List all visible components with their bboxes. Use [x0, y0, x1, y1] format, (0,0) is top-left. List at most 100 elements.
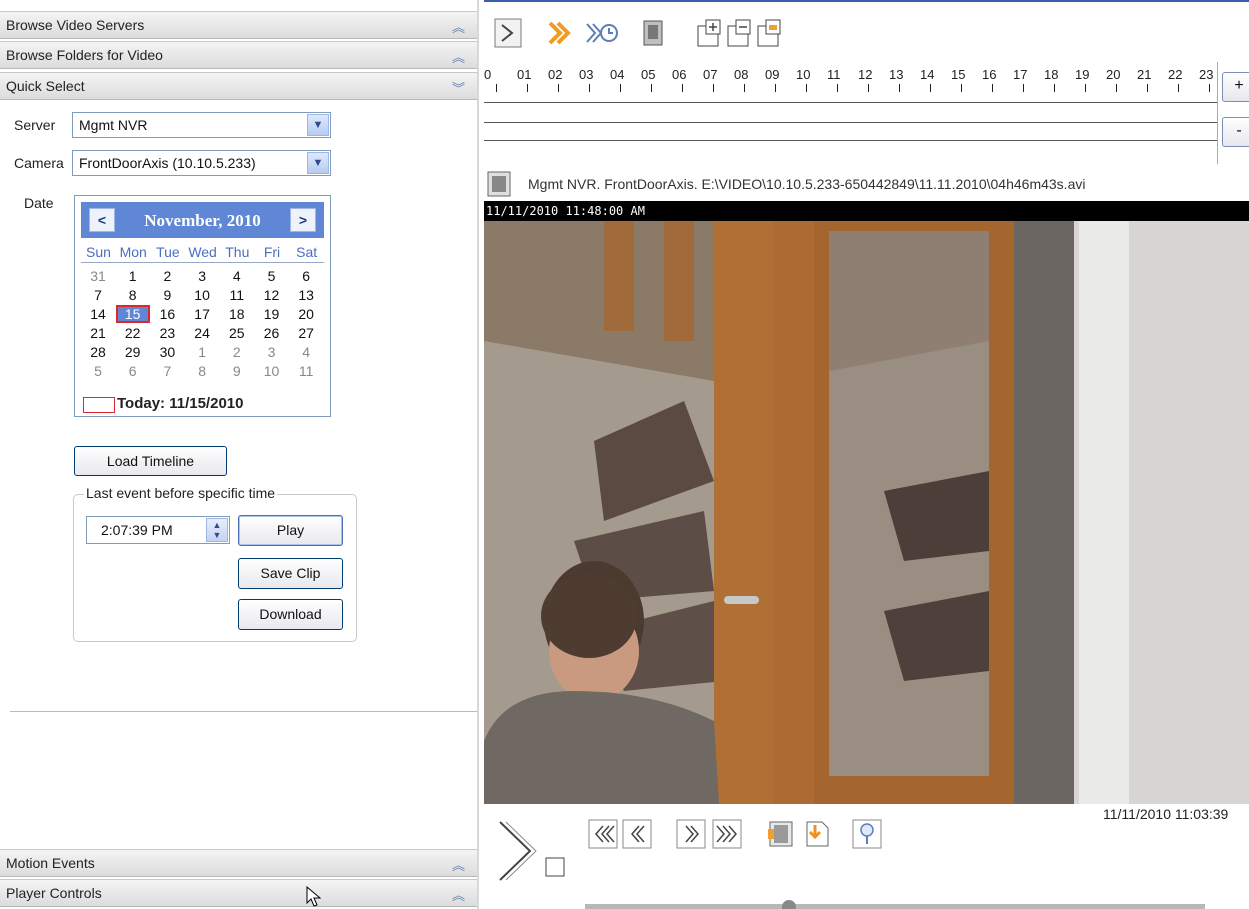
seek-handle[interactable]	[782, 900, 796, 909]
section-motion-events[interactable]: Motion Events ︽	[0, 849, 477, 877]
calendar-day[interactable]: 8	[116, 286, 150, 304]
chevron-up-icon[interactable]: ︽	[452, 17, 465, 36]
zoom-out-icon[interactable]	[726, 18, 754, 48]
calendar-day[interactable]: 27	[289, 324, 323, 342]
calendar-day[interactable]: 10	[185, 286, 219, 304]
server-select[interactable]: Mgmt NVR ▼	[72, 112, 331, 138]
chevron-down-icon[interactable]: ︾	[452, 78, 465, 97]
calendar-day[interactable]: 8	[185, 362, 219, 380]
calendar-day[interactable]: 6	[289, 267, 323, 285]
today-link[interactable]: Today: 11/15/2010	[117, 395, 243, 412]
frames-icon[interactable]	[766, 819, 798, 849]
calendar-day[interactable]: 21	[81, 324, 115, 342]
step-back-icon[interactable]	[622, 819, 652, 849]
calendar-day[interactable]: 24	[185, 324, 219, 342]
zoom-fit-icon[interactable]	[756, 18, 784, 48]
calendar-day[interactable]: 19	[255, 305, 289, 323]
next-month-button[interactable]: >	[290, 208, 316, 232]
timeline-tick	[1147, 84, 1148, 92]
calendar-day[interactable]: 29	[116, 343, 150, 361]
chevron-up-icon[interactable]: ︽	[452, 47, 465, 66]
section-browse-video-servers[interactable]: Browse Video Servers ︽	[0, 11, 477, 39]
calendar-day[interactable]: 16	[150, 305, 184, 323]
timeline-hour-label: 08	[734, 67, 749, 82]
seek-bar[interactable]	[585, 904, 1205, 909]
calendar-day[interactable]: 4	[289, 343, 323, 361]
calendar-day[interactable]: 1	[185, 343, 219, 361]
calendar-day[interactable]: 22	[116, 324, 150, 342]
calendar-day[interactable]: 25	[220, 324, 254, 342]
video-title-bar: Mgmt NVR. FrontDoorAxis. E:\VIDEO\10.10.…	[484, 168, 1249, 202]
calendar-day[interactable]: 13	[289, 286, 323, 304]
calendar-dow: Fri	[263, 244, 281, 260]
calendar-day[interactable]: 18	[220, 305, 254, 323]
calendar-day[interactable]: 31	[81, 267, 115, 285]
calendar-day[interactable]: 5	[81, 362, 115, 380]
timeline-tick	[961, 84, 962, 92]
calendar-day[interactable]: 2	[150, 267, 184, 285]
calendar-day[interactable]: 3	[255, 343, 289, 361]
timeline-hour-label: 17	[1013, 67, 1028, 82]
load-timeline-button[interactable]: Load Timeline	[74, 446, 227, 476]
calendar-day[interactable]: 11	[289, 362, 323, 380]
chevron-up-icon[interactable]: ︽	[452, 855, 465, 874]
timeline-hour-label: 10	[796, 67, 811, 82]
calendar-day[interactable]: 3	[185, 267, 219, 285]
section-player-controls[interactable]: Player Controls ︽	[0, 879, 477, 907]
calendar-day[interactable]: 2	[220, 343, 254, 361]
export-icon[interactable]	[802, 819, 832, 849]
timeline-hour-label: 07	[703, 67, 718, 82]
left-panel: Browse Video Servers ︽ Browse Folders fo…	[0, 0, 479, 909]
calendar-day[interactable]: 7	[81, 286, 115, 304]
section-quick-select[interactable]: Quick Select ︾	[0, 72, 477, 100]
download-button[interactable]: Download	[238, 599, 343, 630]
calendar-day[interactable]: 15	[115, 305, 150, 323]
fast-play-icon[interactable]	[546, 18, 582, 48]
spinner-arrows-icon[interactable]: ▲ ▼	[206, 518, 228, 542]
camera-select[interactable]: FrontDoorAxis (10.10.5.233) ▼	[72, 150, 331, 176]
calendar-day[interactable]: 23	[150, 324, 184, 342]
calendar-day[interactable]: 10	[255, 362, 289, 380]
rewind-fast-icon[interactable]	[588, 819, 618, 849]
calendar-day[interactable]: 17	[185, 305, 219, 323]
overlay-timestamp: 11/11/2010 11:48:00 AM	[484, 201, 1249, 221]
fast-forward-icon[interactable]	[712, 819, 742, 849]
play-icon[interactable]	[498, 820, 570, 882]
timeline-tick	[837, 84, 838, 92]
calendar-day[interactable]: 14	[81, 305, 115, 323]
calendar-day[interactable]: 1	[116, 267, 150, 285]
play-icon[interactable]	[494, 18, 522, 48]
play-timed-icon[interactable]	[584, 18, 620, 48]
timeline-hour-label: 20	[1106, 67, 1121, 82]
calendar-day[interactable]: 5	[255, 267, 289, 285]
calendar-day[interactable]: 7	[150, 362, 184, 380]
calendar-day[interactable]: 20	[289, 305, 323, 323]
calendar-day[interactable]: 6	[116, 362, 150, 380]
timeline-ruler[interactable]: 0 01 02 03 04 05 06 07 08 09 10 11 12 13 14 15 16 17 18 19 2…	[484, 62, 1217, 102]
calendar-day[interactable]: 26	[255, 324, 289, 342]
zoom-out-button[interactable]: -	[1222, 117, 1249, 147]
time-spinner[interactable]: 2:07:39 PM ▲ ▼	[86, 516, 230, 544]
save-clip-button[interactable]: Save Clip	[238, 558, 343, 589]
calendar-day[interactable]: 12	[255, 286, 289, 304]
calendar-day[interactable]: 11	[220, 286, 254, 304]
calendar-day[interactable]: 4	[220, 267, 254, 285]
document-icon[interactable]	[640, 18, 668, 48]
calendar-day[interactable]: 28	[81, 343, 115, 361]
calendar-day[interactable]: 30	[150, 343, 184, 361]
chevron-up-icon[interactable]: ︽	[452, 885, 465, 904]
play-button[interactable]: Play	[238, 515, 343, 546]
video-frame[interactable]: 11/11/2010 11:48:00 AM	[484, 201, 1249, 804]
chevron-down-icon[interactable]: ▼	[307, 114, 329, 136]
magnify-icon[interactable]	[852, 819, 882, 849]
chevron-down-icon[interactable]: ▼	[307, 152, 329, 174]
zoom-in-icon[interactable]	[696, 18, 724, 48]
calendar-day[interactable]: 9	[220, 362, 254, 380]
calendar-day[interactable]: 9	[150, 286, 184, 304]
step-forward-icon[interactable]	[676, 819, 706, 849]
zoom-in-button[interactable]: +	[1222, 72, 1249, 102]
date-label: Date	[24, 195, 54, 211]
server-value: Mgmt NVR	[79, 117, 148, 133]
timeline-hour-label: 05	[641, 67, 656, 82]
section-browse-folders[interactable]: Browse Folders for Video ︽	[0, 41, 477, 69]
